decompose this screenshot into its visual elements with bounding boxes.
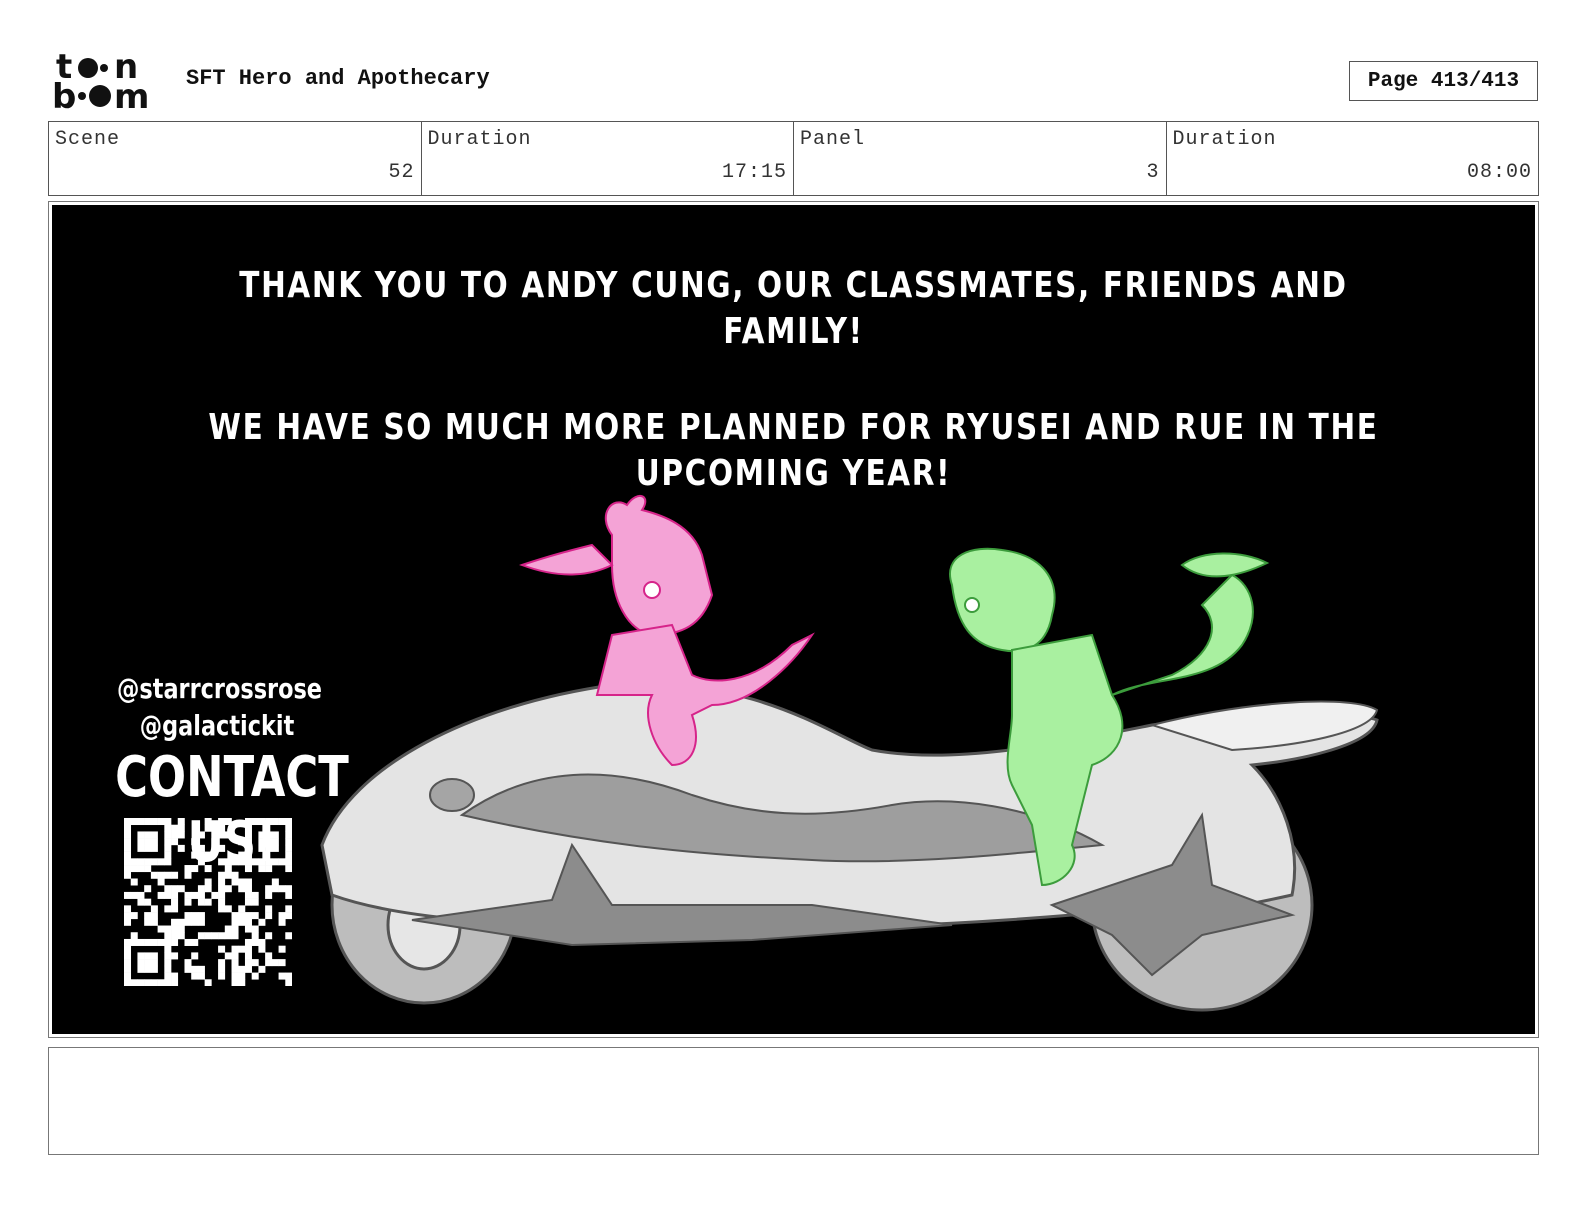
scene-info-row: Scene 52 Duration 17:15 Panel 3 Duration… bbox=[48, 121, 1539, 196]
panel-duration-value: 08:00 bbox=[1466, 161, 1532, 184]
plans-text: We have so much more planned for Ryusei … bbox=[185, 405, 1401, 497]
thanks-line-1: Thank you to Andy Cung, our classmates, … bbox=[239, 265, 1348, 306]
scene-label: Scene bbox=[55, 128, 121, 151]
qr-code-icon[interactable] bbox=[124, 818, 293, 987]
plans-line-1: We have so much more planned for Ryusei … bbox=[208, 407, 1379, 448]
scene-cell: Scene 52 bbox=[49, 122, 422, 195]
thanks-text: Thank you to Andy Cung, our classmates, … bbox=[185, 263, 1401, 355]
panel-label: Panel bbox=[800, 128, 866, 151]
storyboard-panel[interactable]: Thank you to Andy Cung, our classmates, … bbox=[52, 205, 1535, 1034]
plans-line-2: upcoming year! bbox=[635, 453, 952, 494]
page-indicator: Page 413/413 bbox=[1349, 61, 1538, 101]
social-handle-2: @galactickit bbox=[139, 709, 295, 742]
panel-value: 3 bbox=[1146, 161, 1160, 184]
scene-duration-label: Duration bbox=[427, 128, 532, 151]
thanks-line-2: family! bbox=[723, 311, 864, 352]
panel-duration-cell: Duration 08:00 bbox=[1167, 122, 1539, 195]
toon-boom-logo: t n b m bbox=[52, 47, 164, 117]
action-notes-box[interactable] bbox=[48, 1047, 1539, 1155]
project-title: SFT Hero and Apothecary bbox=[186, 66, 490, 91]
scene-duration-value: 17:15 bbox=[721, 161, 787, 184]
svg-text:b: b bbox=[52, 77, 76, 112]
bike-headlight bbox=[429, 778, 475, 812]
scene-value: 52 bbox=[388, 161, 415, 184]
panel-duration-label: Duration bbox=[1172, 128, 1277, 151]
panel-cell: Panel 3 bbox=[794, 122, 1167, 195]
social-handle-1: @starrcrossrose bbox=[117, 672, 322, 705]
scene-duration-cell: Duration 17:15 bbox=[422, 122, 794, 195]
svg-text:m: m bbox=[114, 77, 149, 112]
